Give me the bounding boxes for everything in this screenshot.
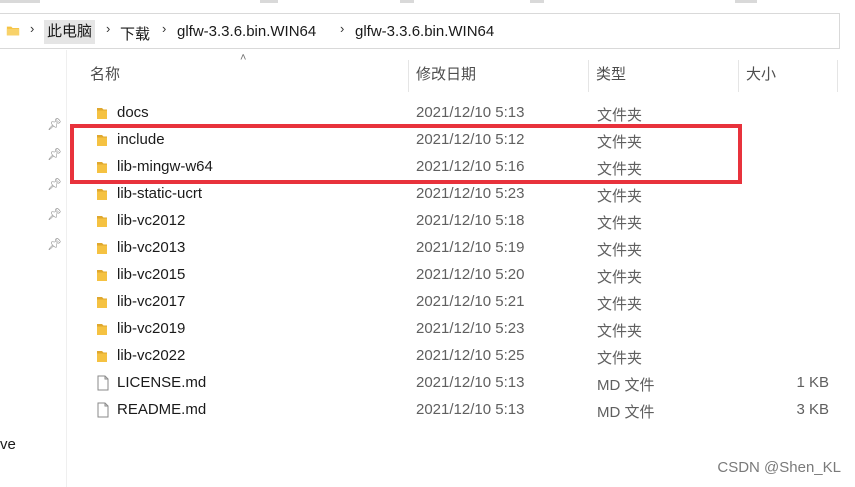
folder-icon <box>97 189 107 200</box>
pin-icon[interactable]: 📌︎ <box>47 148 62 160</box>
breadcrumb-glfw-parent[interactable]: glfw-3.3.6.bin.WIN64 <box>177 23 316 40</box>
column-divider[interactable] <box>738 60 739 92</box>
folder-row[interactable]: docs 2021/12/10 5:13 文件夹 <box>70 100 840 127</box>
file-date: 2021/12/10 5:21 <box>416 293 525 310</box>
file-type: 文件夹 <box>597 188 643 205</box>
folder-row[interactable]: lib-vc2013 2021/12/10 5:19 文件夹 <box>70 235 840 262</box>
folder-row[interactable]: lib-static-ucrt 2021/12/10 5:23 文件夹 <box>70 181 840 208</box>
folder-row[interactable]: lib-vc2015 2021/12/10 5:20 文件夹 <box>70 262 840 289</box>
file-date: 2021/12/10 5:13 <box>416 104 525 121</box>
column-header-date[interactable]: 修改日期 <box>416 58 476 92</box>
toolbar-edge <box>400 0 414 3</box>
toolbar-remnant <box>0 0 855 5</box>
file-date: 2021/12/10 5:23 <box>416 320 525 337</box>
folder-icon <box>97 324 107 335</box>
file-type: 文件夹 <box>597 107 643 124</box>
file-name: docs <box>117 104 149 121</box>
document-icon <box>97 402 109 418</box>
file-date: 2021/12/10 5:20 <box>416 266 525 283</box>
navigation-pane: 📌︎ 📌︎ 📌︎ 📌︎ 📌︎ ve <box>0 50 67 487</box>
file-date: 2021/12/10 5:23 <box>416 185 525 202</box>
file-date: 2021/12/10 5:25 <box>416 347 525 364</box>
file-name: lib-vc2013 <box>117 239 186 256</box>
folder-row[interactable]: lib-vc2012 2021/12/10 5:18 文件夹 <box>70 208 840 235</box>
file-name: lib-vc2017 <box>117 293 186 310</box>
breadcrumb-glfw-current[interactable]: glfw-3.3.6.bin.WIN64 <box>355 23 494 40</box>
column-divider[interactable] <box>837 60 838 92</box>
chevron-right-icon[interactable]: › <box>106 21 110 36</box>
folder-icon <box>97 243 107 254</box>
breadcrumb-this-pc[interactable]: 此电脑 <box>44 20 96 44</box>
breadcrumb-downloads[interactable]: 下载 <box>120 23 150 44</box>
chevron-right-icon[interactable]: › <box>30 21 34 36</box>
pin-icon[interactable]: 📌︎ <box>47 208 62 220</box>
watermark: CSDN @Shen_KL <box>717 459 841 476</box>
file-type: 文件夹 <box>597 215 643 232</box>
toolbar-edge <box>0 0 40 3</box>
highlight-box <box>70 124 742 184</box>
file-row[interactable]: README.md 2021/12/10 5:13 MD 文件 3 KB <box>70 397 840 424</box>
nav-item-partial[interactable]: ve <box>0 436 16 453</box>
pin-icon[interactable]: 📌︎ <box>47 118 62 130</box>
file-name: lib-vc2019 <box>117 320 186 337</box>
file-type: MD 文件 <box>597 404 655 421</box>
folder-icon <box>97 216 107 227</box>
address-bar[interactable]: › 此电脑 › 下载 › glfw-3.3.6.bin.WIN64 › glfw… <box>0 13 840 49</box>
file-name: lib-vc2012 <box>117 212 186 229</box>
toolbar-edge <box>735 0 757 3</box>
column-header-size[interactable]: 大小 <box>746 58 776 92</box>
file-name: lib-vc2022 <box>117 347 186 364</box>
folder-row[interactable]: lib-vc2017 2021/12/10 5:21 文件夹 <box>70 289 840 316</box>
column-divider[interactable] <box>408 60 409 92</box>
folder-icon <box>97 108 107 119</box>
file-type: 文件夹 <box>597 242 643 259</box>
file-type: 文件夹 <box>597 269 643 286</box>
folder-icon <box>97 270 107 281</box>
folder-icon <box>6 26 20 36</box>
file-name: LICENSE.md <box>117 374 207 391</box>
folder-icon <box>97 351 107 362</box>
column-header-type[interactable]: 类型 <box>596 58 626 92</box>
file-date: 2021/12/10 5:13 <box>416 374 525 391</box>
column-header-name[interactable]: 名称 <box>90 58 120 92</box>
file-type: MD 文件 <box>597 377 655 394</box>
file-name: README.md <box>117 401 207 418</box>
file-size: 3 KB <box>796 401 829 418</box>
file-type: 文件夹 <box>597 350 643 367</box>
column-divider[interactable] <box>588 60 589 92</box>
file-name: lib-static-ucrt <box>117 185 203 202</box>
file-row[interactable]: LICENSE.md 2021/12/10 5:13 MD 文件 1 KB <box>70 370 840 397</box>
toolbar-edge <box>260 0 278 3</box>
folder-icon <box>97 297 107 308</box>
file-name: lib-vc2015 <box>117 266 186 283</box>
pin-icon[interactable]: 📌︎ <box>47 238 62 250</box>
file-size: 1 KB <box>796 374 829 391</box>
chevron-right-icon[interactable]: › <box>340 21 344 36</box>
file-date: 2021/12/10 5:18 <box>416 212 525 229</box>
folder-row[interactable]: lib-vc2019 2021/12/10 5:23 文件夹 <box>70 316 840 343</box>
file-date: 2021/12/10 5:19 <box>416 239 525 256</box>
chevron-right-icon[interactable]: › <box>162 21 166 36</box>
file-type: 文件夹 <box>597 296 643 313</box>
file-type: 文件夹 <box>597 323 643 340</box>
pin-icon[interactable]: 📌︎ <box>47 178 62 190</box>
toolbar-edge <box>530 0 544 3</box>
folder-row[interactable]: lib-vc2022 2021/12/10 5:25 文件夹 <box>70 343 840 370</box>
file-date: 2021/12/10 5:13 <box>416 401 525 418</box>
sort-ascending-icon: ˄ <box>240 52 247 64</box>
document-icon <box>97 375 109 391</box>
